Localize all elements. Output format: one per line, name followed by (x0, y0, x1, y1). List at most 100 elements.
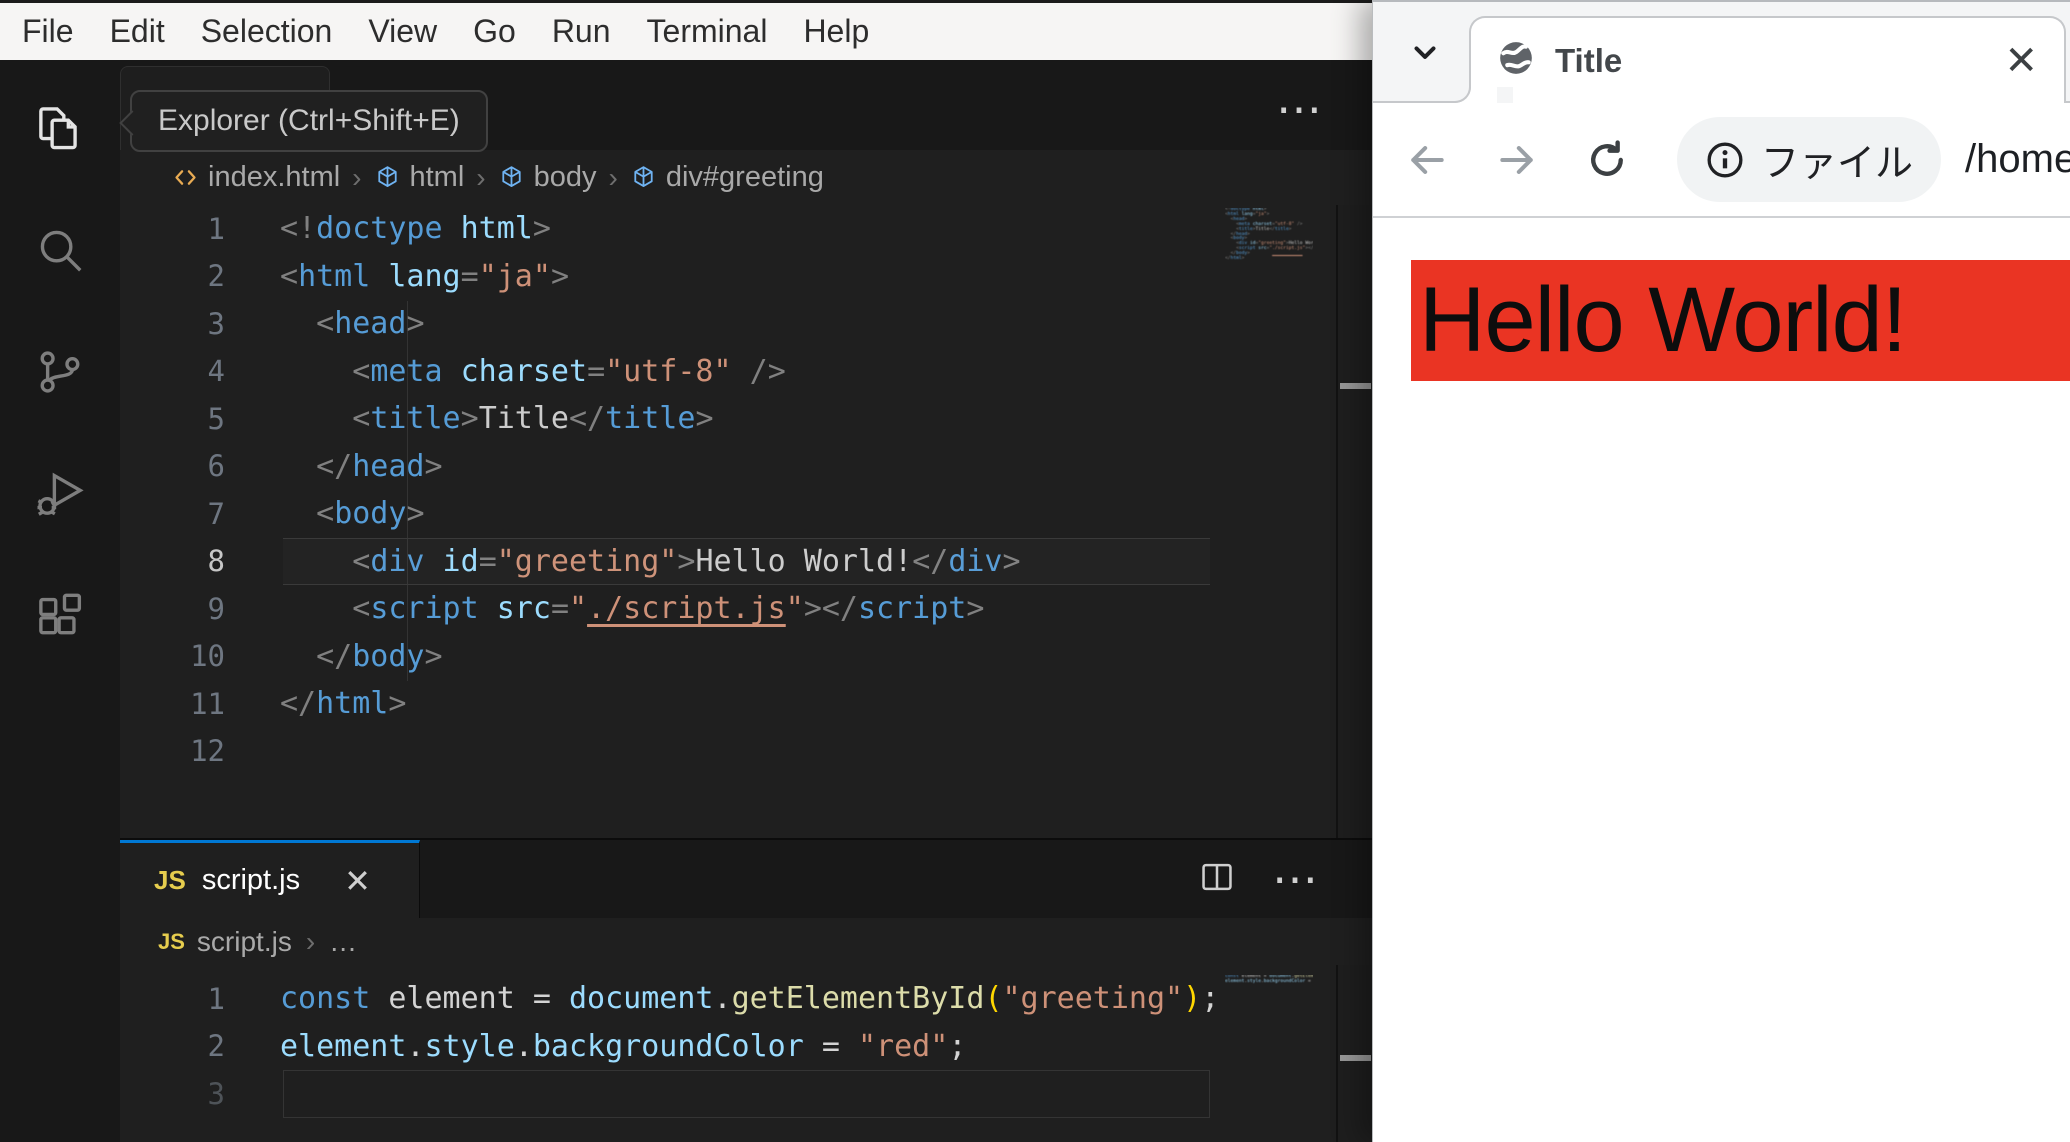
menu-item-selection[interactable]: Selection (183, 3, 351, 60)
site-info-chip[interactable]: ファイル (1677, 117, 1942, 202)
close-tab-icon[interactable]: ✕ (2004, 41, 2038, 81)
activity-bar (0, 60, 120, 1142)
greeting-div: Hello World! (1411, 260, 2070, 381)
breadcrumb-item-body[interactable]: body (498, 161, 597, 194)
js-file-icon: JS (154, 865, 186, 895)
browser-tabstrip: Title ✕ (1373, 0, 2070, 103)
breadcrumb-item[interactable]: script.js (197, 926, 292, 958)
menu-item-run[interactable]: Run (534, 3, 629, 60)
menu-bar: File Edit Selection View Go Run Terminal Help (0, 0, 1372, 60)
more-actions-icon[interactable]: ⋯ (1276, 82, 1326, 136)
code-line-10[interactable]: 10 </body> (120, 633, 1372, 681)
minimap-line: element.style.backgroundColor = "red"; (1225, 978, 1313, 984)
breadcrumb-separator: › (608, 161, 618, 193)
editor-column: ⋯ Explorer (Ctrl+Shift+E) index.html › htm… (120, 60, 1372, 1142)
minimap[interactable]: const element = document.getElementById(… (1225, 975, 1313, 985)
code-line-8[interactable]: 8 <div id="greeting">Hello World!</div> (120, 537, 1372, 586)
code-line-5[interactable]: 5 <title>Title</title> (120, 395, 1372, 443)
js-file-icon: JS (158, 928, 185, 954)
minimap[interactable]: <!doctype html> <html lang="ja"> <head> <… (1225, 208, 1313, 262)
line-number: 7 (207, 496, 225, 531)
explorer-icon[interactable] (32, 100, 88, 156)
code-line-1[interactable]: 1 const element = document.getElementById… (120, 975, 1372, 1023)
menu-item-terminal[interactable]: Terminal (629, 3, 786, 60)
symbol-element-icon (502, 166, 521, 187)
line-number: 2 (207, 1029, 225, 1064)
greeting-text: Hello World! (1419, 269, 1907, 371)
line-number: 8 (207, 544, 225, 579)
forward-icon[interactable] (1489, 132, 1545, 188)
overview-ruler[interactable] (1336, 965, 1372, 1142)
editor-tabstrip-top: ⋯ Explorer (Ctrl+Shift+E) (120, 60, 1372, 152)
js-code-editor[interactable]: 1 const element = document.getElementById… (120, 965, 1372, 1142)
code-line-2[interactable]: 2 <html lang="ja"> (120, 253, 1372, 301)
tab-label: script.js (201, 864, 301, 896)
menu-item-help[interactable]: Help (785, 3, 887, 60)
breadcrumb-separator: › (305, 925, 316, 957)
code-line-4[interactable]: 4 <meta charset="utf-8" /> (120, 348, 1372, 396)
code-line-2[interactable]: 2 element.style.backgroundColor = "red"; (120, 1023, 1372, 1071)
browser-window: Title ✕ ファイル /home/u (1372, 0, 2070, 1142)
split-editor-icon[interactable] (1198, 858, 1236, 901)
vscode-main: ⋯ Explorer (Ctrl+Shift+E) index.html › htm… (0, 60, 1372, 1142)
overview-ruler[interactable] (1336, 205, 1372, 838)
editor-actions: ⋯ (1198, 840, 1372, 918)
html-code-editor[interactable]: 1 <!doctype html> 2 <html lang="ja"> 3 <head… (120, 205, 1372, 838)
search-icon[interactable] (32, 222, 88, 278)
line-content: <title>Title</title> (352, 401, 714, 437)
line-content: const element = document.getElementById(… (280, 981, 1220, 1017)
browser-page-content: Hello World! (1373, 218, 2070, 1142)
editor-tabstrip-bottom: JS script.js ✕ ⋯ (120, 840, 1372, 918)
code-line-3[interactable]: 3 <head> (120, 300, 1372, 348)
tab-search-chevron-icon[interactable] (1401, 28, 1449, 76)
line-content: <meta charset="utf-8" /> (352, 353, 786, 389)
symbol-element-icon (377, 166, 397, 187)
breadcrumb: index.html › html › body › div#greeting (120, 150, 1372, 205)
breadcrumb-bottom: JS script.js › … (120, 918, 1372, 965)
close-tab-icon[interactable]: ✕ (344, 865, 371, 897)
code-line-3[interactable]: 3 (120, 1070, 1372, 1118)
back-icon[interactable] (1399, 132, 1455, 188)
line-content: element.style.backgroundColor = "red"; (280, 1028, 967, 1064)
line-content: <script src="./script.js"></script> (352, 591, 985, 627)
breadcrumb-item-div-greeting[interactable]: div#greeting (630, 161, 824, 194)
line-number: 5 (207, 401, 225, 436)
code-line-1[interactable]: 1 <!doctype html> (120, 205, 1372, 253)
extensions-icon[interactable] (32, 588, 88, 644)
reload-icon[interactable] (1579, 132, 1635, 188)
code-line-7[interactable]: 7 <body> (120, 490, 1372, 538)
vscode-window: File Edit Selection View Go Run Terminal Help ⋯… (0, 0, 1372, 1142)
line-number: 10 (190, 639, 225, 674)
code-line-9[interactable]: 9 <script src="./script.js"></script> (120, 585, 1372, 633)
menu-item-view[interactable]: View (350, 3, 455, 60)
address-bar-url[interactable]: /home/u (1965, 137, 2070, 182)
breadcrumb-item-html[interactable]: html (374, 161, 464, 194)
code-line-6[interactable]: 6 </head> (120, 443, 1372, 491)
line-number: 6 (207, 449, 225, 484)
code-line-11[interactable]: 11 </html> (120, 680, 1372, 728)
line-number: 3 (207, 1076, 225, 1111)
line-number: 9 (207, 591, 225, 626)
line-number: 11 (190, 686, 225, 721)
breadcrumb-item-index-html[interactable]: index.html (172, 161, 340, 194)
code-line-12[interactable]: 12 (120, 728, 1372, 776)
globe-icon (1497, 39, 1535, 82)
breadcrumb-separator: › (476, 161, 486, 193)
line-number: 2 (207, 259, 225, 294)
explorer-tooltip: Explorer (Ctrl+Shift+E) (130, 90, 488, 152)
info-icon (1707, 142, 1743, 177)
browser-tab[interactable]: Title ✕ (1469, 16, 2066, 103)
minimap-line: </html> (1225, 256, 1245, 262)
tab-script-js[interactable]: JS script.js ✕ (120, 840, 420, 918)
menu-item-go[interactable]: Go (455, 3, 534, 60)
menu-item-edit[interactable]: Edit (92, 3, 183, 60)
line-number: 4 (207, 354, 225, 389)
site-info-label: ファイル (1761, 143, 1914, 185)
source-control-icon[interactable] (32, 344, 88, 400)
run-debug-icon[interactable] (32, 466, 88, 522)
line-content: <div id="greeting">Hello World!</div> (352, 543, 1021, 579)
menu-item-file[interactable]: File (4, 3, 92, 60)
more-actions-icon[interactable]: ⋯ (1272, 855, 1322, 902)
breadcrumb-separator: › (352, 161, 362, 193)
breadcrumb-item[interactable]: … (329, 926, 357, 958)
